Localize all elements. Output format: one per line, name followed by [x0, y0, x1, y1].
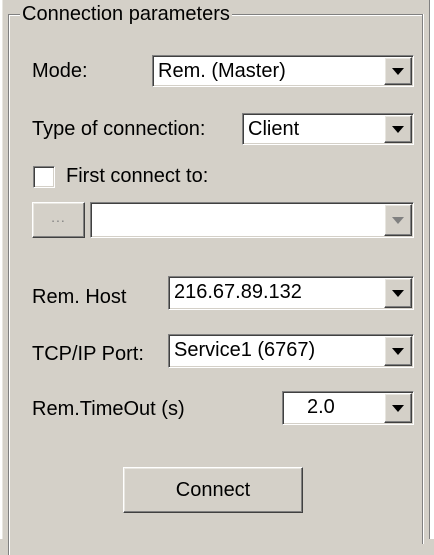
mode-select[interactable]: Rem. (Master)	[152, 55, 414, 87]
timeout-label: Rem.TimeOut (s)	[32, 398, 185, 420]
rem-host-select[interactable]: 216.67.89.132	[168, 276, 414, 310]
browse-button-label: ...	[51, 209, 66, 225]
window-edge-left-inner	[2, 0, 3, 539]
group-title: Connection parameters	[20, 2, 232, 26]
first-connect-select[interactable]	[90, 202, 414, 238]
connect-button-label: Connect	[175, 479, 251, 501]
browse-button[interactable]: ...	[32, 202, 85, 238]
timeout-value: 2.0	[307, 396, 335, 418]
tcp-port-select[interactable]: Service1 (6767)	[168, 334, 414, 368]
first-connect-checkbox[interactable]	[33, 166, 55, 188]
chevron-down-icon	[392, 348, 404, 355]
connect-button[interactable]: Connect	[123, 467, 303, 513]
rem-host-value: 216.67.89.132	[174, 281, 302, 303]
chevron-down-icon	[392, 290, 404, 297]
group-border-right-highlight	[423, 14, 424, 544]
connection-type-value: Client	[248, 118, 300, 140]
first-connect-label: First connect to:	[66, 165, 209, 187]
mode-value: Rem. (Master)	[158, 60, 286, 82]
timeout-select[interactable]: 2.0	[282, 391, 414, 425]
chevron-down-icon	[392, 126, 404, 133]
chevron-down-icon	[392, 405, 404, 412]
connection-type-dropdown-button[interactable]	[384, 115, 412, 143]
tcp-port-dropdown-button[interactable]	[384, 336, 412, 366]
timeout-dropdown-button[interactable]	[384, 393, 412, 423]
mode-dropdown-button[interactable]	[384, 57, 412, 85]
window-edge-right	[430, 0, 434, 539]
chevron-down-icon	[392, 217, 404, 224]
tcp-port-value: Service1 (6767)	[174, 339, 316, 361]
connection-type-label: Type of connection:	[32, 118, 206, 140]
rem-host-label: Rem. Host	[32, 286, 127, 308]
chevron-down-icon	[392, 68, 404, 75]
tcp-port-label: TCP/IP Port:	[32, 343, 144, 365]
first-connect-dropdown-button[interactable]	[384, 204, 412, 236]
connection-type-select[interactable]: Client	[242, 113, 414, 145]
mode-label: Mode:	[32, 60, 88, 82]
rem-host-dropdown-button[interactable]	[384, 278, 412, 308]
